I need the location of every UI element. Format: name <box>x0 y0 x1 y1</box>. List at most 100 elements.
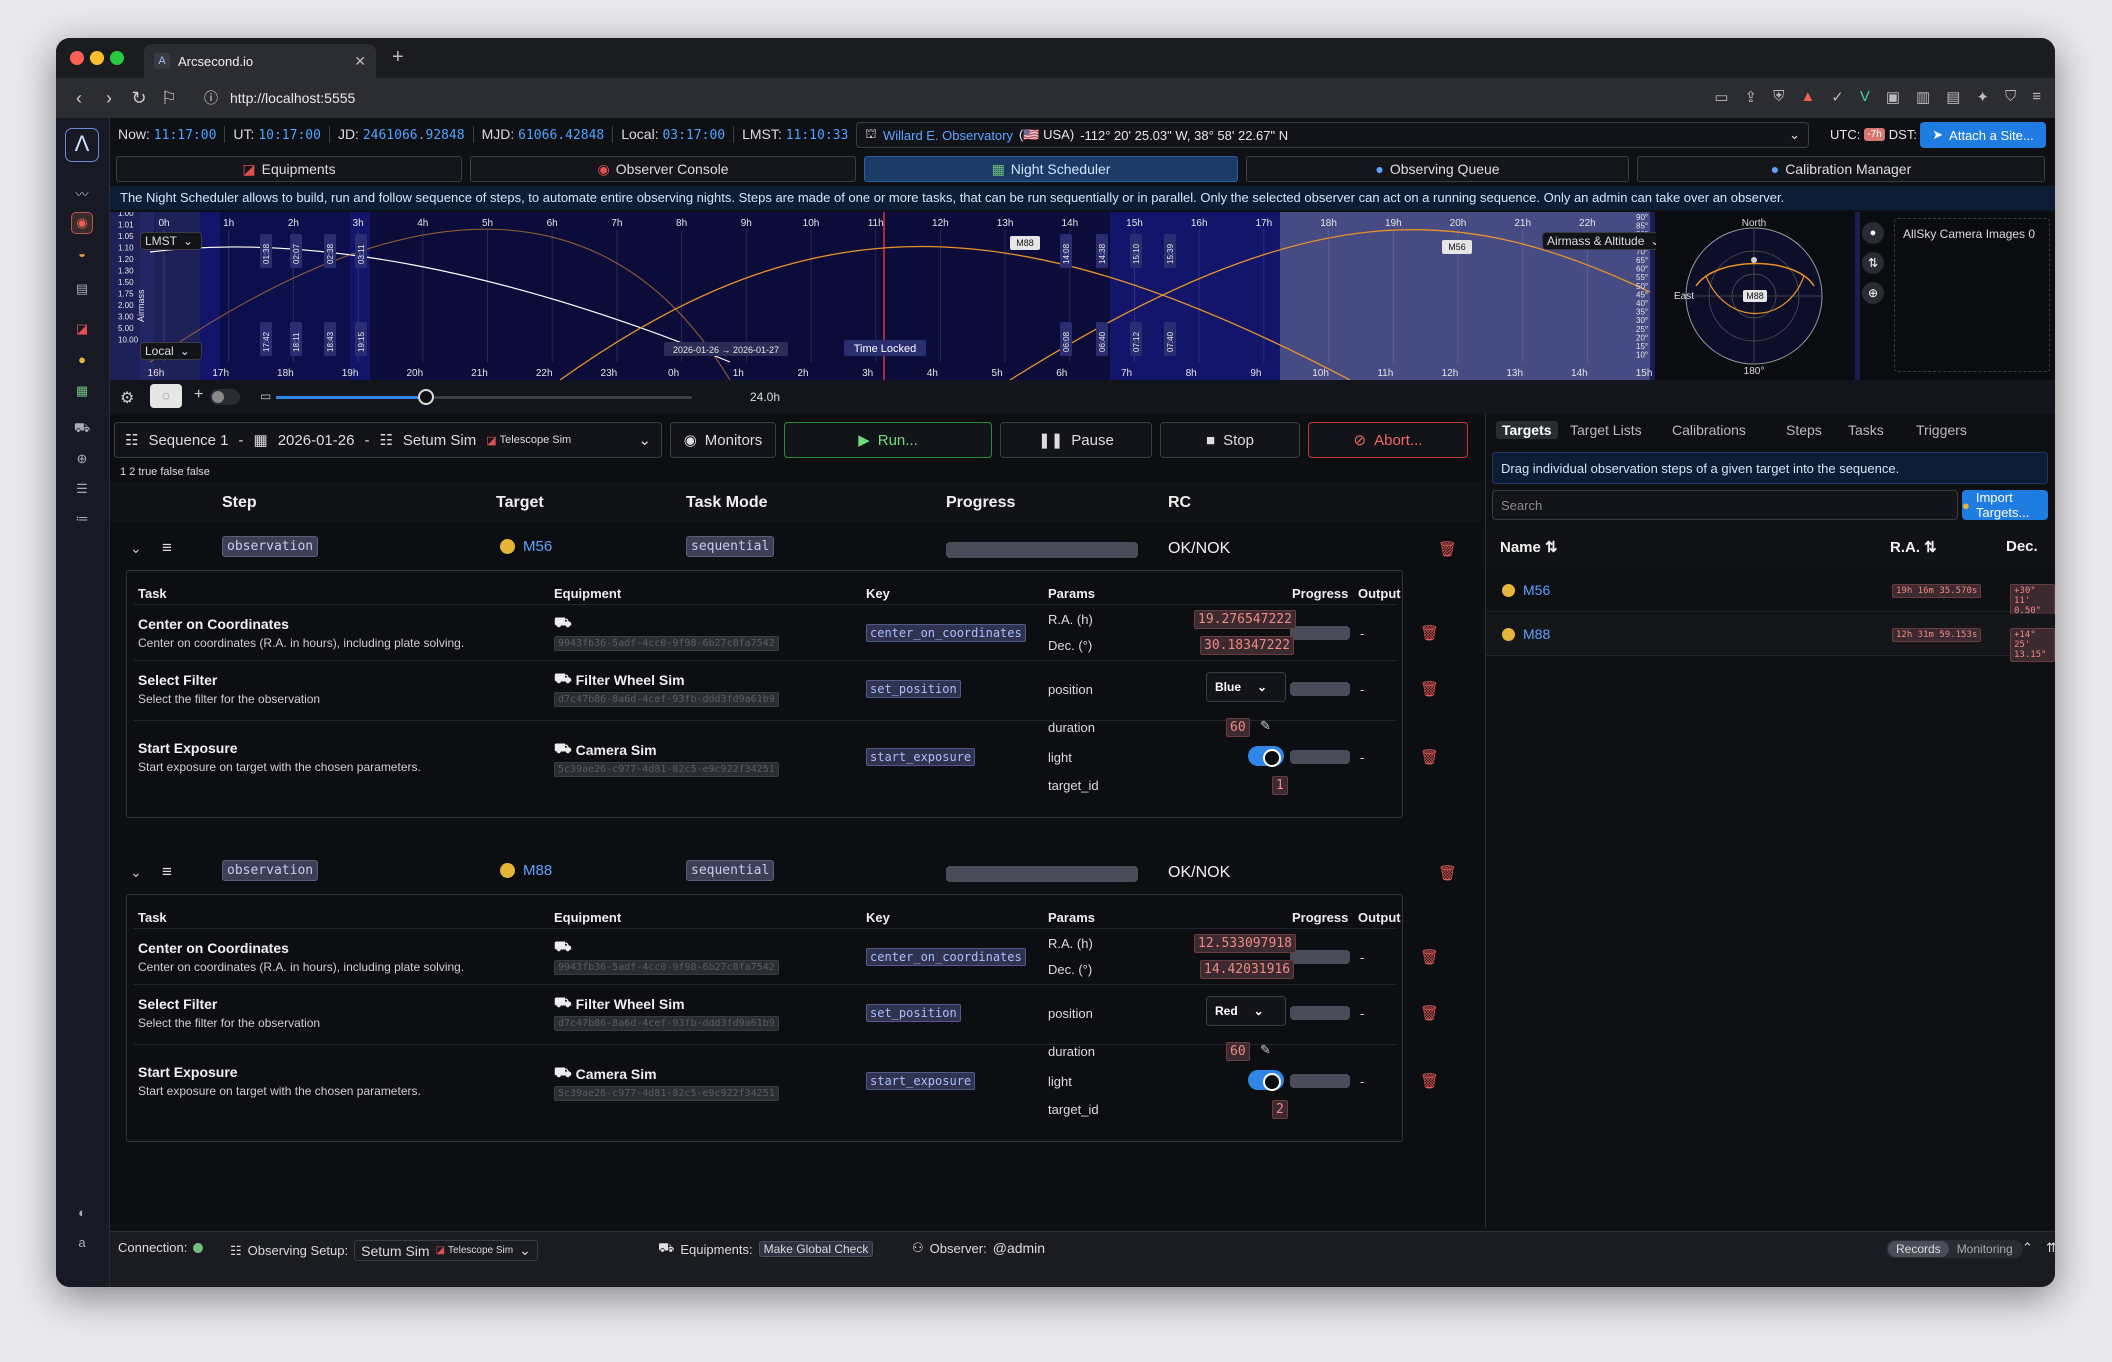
sequence-select[interactable]: ☷ Sequence 1- ▦ 2026-01-26- ☷ Setum Sim ◪ Te… <box>114 422 662 458</box>
plus-icon[interactable]: + <box>194 386 203 404</box>
tab-observing-queue[interactable]: ● Observing Queue <box>1246 156 1629 182</box>
close-window-button[interactable] <box>70 51 84 65</box>
swap-icon[interactable]: ⇅ <box>1862 252 1884 274</box>
attach-site-button[interactable]: ➤ Attach a Site... <box>1920 122 2046 148</box>
extension-icon[interactable]: ▣ <box>1886 88 1900 106</box>
archive-nav-icon[interactable]: ▤ <box>71 278 93 300</box>
slider-thumb[interactable] <box>417 389 434 405</box>
sidebar-icon[interactable]: ▥ <box>1916 88 1930 106</box>
run-button[interactable]: ▶ Run... <box>784 422 992 458</box>
param-target-id-value[interactable]: 2 <box>1272 1100 1288 1119</box>
light-toggle[interactable] <box>1248 1070 1284 1091</box>
observatory-select[interactable]: ⛫ Willard E. Observatory (🇺🇸 USA) -112° … <box>856 122 1809 148</box>
step-target[interactable]: M88 <box>500 862 552 879</box>
stop-button[interactable]: ■ Stop <box>1160 422 1300 458</box>
global-check-button[interactable]: Make Global Check <box>758 1241 874 1257</box>
delete-task-icon[interactable]: 🗑 <box>1420 748 1439 766</box>
calibrations-nav-icon[interactable]: ▦ <box>71 380 93 402</box>
monitoring-tab[interactable]: Monitoring <box>1949 1241 2021 1257</box>
binoculars-nav-icon[interactable]: ⛟ <box>71 418 93 440</box>
records-tab[interactable]: Records <box>1888 1241 1949 1257</box>
gear-icon[interactable]: ⚙ <box>120 388 134 408</box>
pencil-icon[interactable]: ✎ <box>1260 718 1271 734</box>
reload-icon[interactable]: ↻ <box>124 88 154 109</box>
task-mode-chip[interactable]: sequential <box>686 860 775 881</box>
pause-button[interactable]: ❚❚ Pause <box>1000 422 1152 458</box>
airmass-altitude-select[interactable]: Airmass & Altitude⌄ <box>1542 232 1674 250</box>
step-target[interactable]: M56 <box>500 538 552 555</box>
target-name[interactable]: M88 <box>1502 626 1550 642</box>
zoom-window-button[interactable] <box>110 51 124 65</box>
site-info-icon[interactable]: ⓘ <box>204 88 218 108</box>
targets-nav-icon[interactable]: ● <box>71 348 93 370</box>
close-tab-icon[interactable]: ✕ <box>354 53 366 70</box>
record-icon[interactable]: ● <box>1862 222 1884 244</box>
observer-console-nav-icon[interactable]: ◉ <box>71 212 93 234</box>
expand-icon[interactable]: ⇈ <box>2046 1240 2055 1256</box>
vue-devtools-icon[interactable]: V <box>1860 88 1870 106</box>
right-tab-tasks[interactable]: Tasks <box>1848 422 1884 438</box>
records-monitoring-switch[interactable]: Records Monitoring <box>1886 1240 2023 1258</box>
forward-icon[interactable]: › <box>94 88 124 109</box>
target-name[interactable]: M56 <box>1502 582 1550 598</box>
delete-task-icon[interactable]: 🗑 <box>1420 948 1439 966</box>
bookmark-icon[interactable]: ⚐ <box>154 88 184 109</box>
time-range-slider[interactable] <box>276 389 692 405</box>
theme-toggle-icon[interactable]: ◐ <box>71 1201 93 1223</box>
import-targets-button[interactable]: ● Import Targets... <box>1962 490 2048 520</box>
col-name[interactable]: Name ⇅ <box>1500 538 1558 556</box>
menu-icon[interactable]: ≡ <box>2032 88 2041 106</box>
telescope-nav-icon[interactable]: 〰 <box>71 182 93 204</box>
drag-handle-icon[interactable]: ≡ <box>162 862 172 882</box>
rewards-icon[interactable]: ▲ <box>1800 88 1815 106</box>
list-nav-icon[interactable]: ≔ <box>71 508 93 530</box>
follow-toggle[interactable] <box>210 389 240 405</box>
delete-task-icon[interactable]: 🗑 <box>1420 1072 1439 1090</box>
delete-step-icon[interactable]: 🗑 <box>1438 864 1457 882</box>
tab-equipments[interactable]: ◪ Equipments <box>116 156 462 182</box>
delete-step-icon[interactable]: 🗑 <box>1438 540 1457 558</box>
spinner-button[interactable]: ◌ <box>150 384 182 408</box>
back-icon[interactable]: ‹ <box>64 88 94 109</box>
minimize-window-button[interactable] <box>90 51 104 65</box>
check-icon[interactable]: ✓ <box>1831 88 1844 106</box>
param-ra-value[interactable]: 19.276547222 <box>1194 610 1296 629</box>
filter-select[interactable]: Blue ⌄ <box>1206 672 1286 702</box>
param-target-id-value[interactable]: 1 <box>1272 776 1288 795</box>
right-tab-target-lists[interactable]: Target Lists <box>1570 422 1642 438</box>
task-mode-chip[interactable]: sequential <box>686 536 775 557</box>
delete-task-icon[interactable]: 🗑 <box>1420 680 1439 698</box>
shield-icon[interactable]: ⛨ <box>1773 88 1784 106</box>
collapse-step-icon[interactable]: ⌄ <box>130 864 142 881</box>
right-tab-targets[interactable]: Targets <box>1496 421 1558 439</box>
settings-nav-icon[interactable]: ☰ <box>71 478 93 500</box>
arcsecond-logo[interactable]: Λ <box>65 128 99 162</box>
cast-icon[interactable]: ▭ <box>1714 88 1728 106</box>
browser-tab[interactable]: A Arcsecond.io ✕ <box>144 44 376 78</box>
param-ra-value[interactable]: 12.533097918 <box>1194 934 1296 953</box>
share-icon[interactable]: ⇪ <box>1745 88 1758 106</box>
vpn-icon[interactable]: ⛉ <box>2005 88 2016 106</box>
url-field[interactable]: ⓘ http://localhost:5555 <box>204 88 355 108</box>
tab-night-scheduler[interactable]: ▦ Night Scheduler <box>864 156 1238 182</box>
collapse-step-icon[interactable]: ⌄ <box>130 540 142 557</box>
equipments-nav-icon[interactable]: ◪ <box>71 318 93 340</box>
delete-task-icon[interactable]: 🗑 <box>1420 624 1439 642</box>
param-dec-value[interactable]: 14.42031916 <box>1200 960 1295 979</box>
param-dec-value[interactable]: 30.18347222 <box>1200 636 1295 655</box>
search-input[interactable]: Search <box>1492 490 1958 520</box>
delete-task-icon[interactable]: 🗑 <box>1420 1004 1439 1022</box>
globe-nav-icon[interactable]: ⊕ <box>71 448 93 470</box>
sparkle-icon[interactable]: ✦ <box>1976 88 1989 106</box>
drag-handle-icon[interactable]: ≡ <box>162 538 172 558</box>
col-ra[interactable]: R.A. ⇅ <box>1890 538 1937 556</box>
new-tab-button[interactable]: + <box>392 46 404 69</box>
light-toggle[interactable] <box>1248 746 1284 767</box>
account-icon[interactable]: a <box>71 1231 93 1253</box>
param-duration-value[interactable]: 60 <box>1226 718 1250 737</box>
param-duration-value[interactable]: 60 <box>1226 1042 1250 1061</box>
monitors-button[interactable]: ◉ Monitors <box>670 422 776 458</box>
pencil-icon[interactable]: ✎ <box>1260 1042 1271 1058</box>
scheduler-nav-icon[interactable]: ◒ <box>71 242 93 264</box>
lmst-select[interactable]: LMST ⌄ <box>140 232 202 250</box>
